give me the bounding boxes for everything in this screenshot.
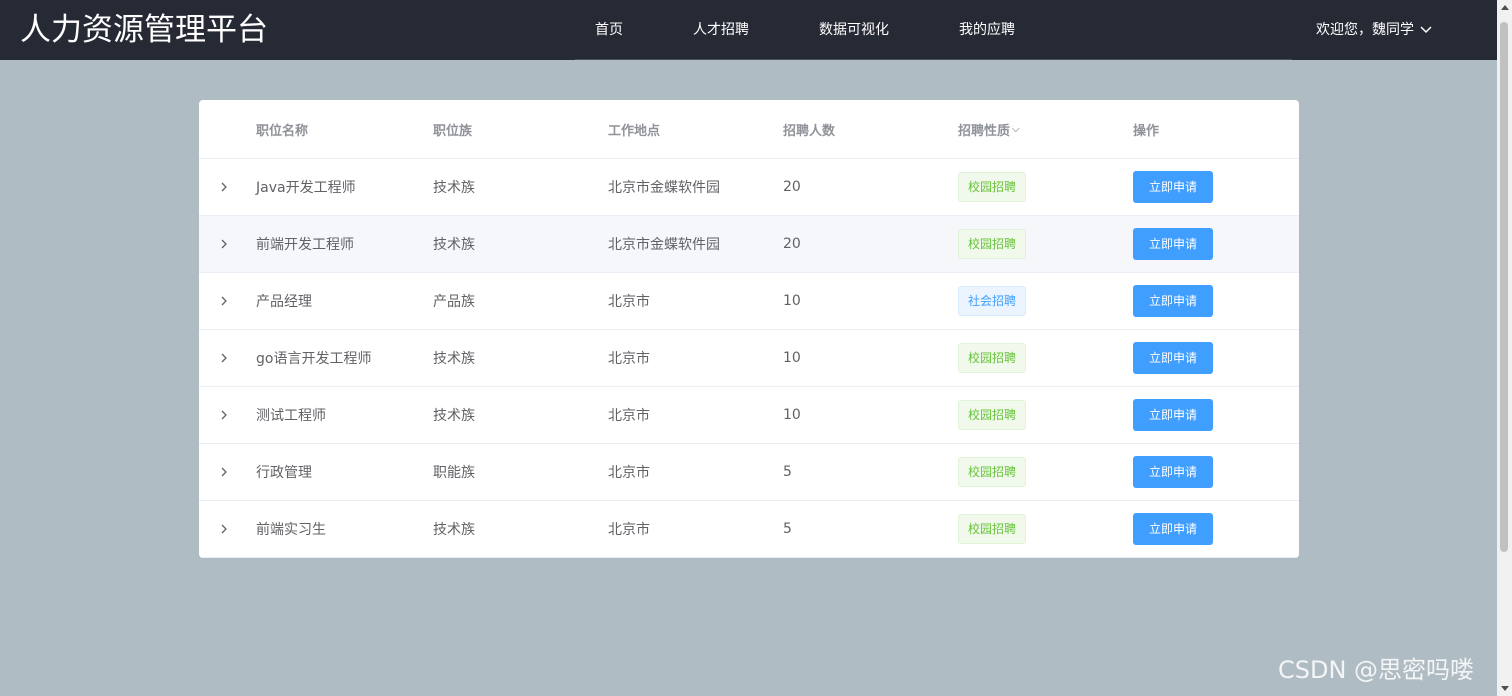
expand-row-icon[interactable]	[217, 216, 231, 272]
job-family: 技术族	[433, 351, 475, 367]
apply-button[interactable]: 立即申请	[1133, 342, 1213, 374]
job-location: 北京市	[608, 522, 650, 538]
recruit-type-tag: 校园招聘	[958, 172, 1027, 202]
table-row: Java开发工程师 技术族 北京市金蝶软件园 20 校园招聘 立即申请	[199, 159, 1299, 216]
expand-row-icon[interactable]	[217, 159, 231, 215]
user-greeting: 欢迎您，魏同学	[1316, 22, 1414, 38]
job-count: 10	[783, 407, 801, 423]
apply-button[interactable]: 立即申请	[1133, 399, 1213, 431]
expand-row-icon[interactable]	[217, 501, 231, 557]
job-family: 技术族	[433, 237, 475, 253]
col-header-name: 职位名称	[256, 123, 309, 139]
table-row: 产品经理 产品族 北京市 10 社会招聘 立即申请	[199, 273, 1299, 330]
job-name: 行政管理	[256, 465, 312, 481]
col-header-location: 工作地点	[608, 123, 661, 139]
job-location: 北京市	[608, 465, 650, 481]
job-name: 产品经理	[256, 294, 312, 310]
job-count: 20	[783, 179, 801, 195]
job-count: 10	[783, 350, 801, 366]
app-logo: 人力资源管理平台	[20, 12, 268, 48]
job-name: 测试工程师	[256, 408, 326, 424]
job-family: 产品族	[433, 294, 475, 310]
recruit-type-tag: 校园招聘	[958, 457, 1027, 487]
watermark: CSDN @思密吗喽	[1278, 656, 1475, 684]
table-row: 行政管理 职能族 北京市 5 校园招聘 立即申请	[199, 444, 1299, 501]
col-header-type[interactable]: 招聘性质 ⌵	[958, 100, 1020, 158]
nav-home[interactable]: 首页	[595, 20, 623, 40]
job-location: 北京市	[608, 294, 650, 310]
recruit-type-tag: 校园招聘	[958, 400, 1027, 430]
job-location: 北京市金蝶软件园	[608, 237, 720, 253]
apply-button[interactable]: 立即申请	[1133, 513, 1213, 545]
job-location: 北京市金蝶软件园	[608, 180, 720, 196]
job-count: 5	[783, 464, 792, 480]
job-count: 10	[783, 293, 801, 309]
page-scrollbar[interactable]	[1497, 0, 1512, 696]
expand-row-icon[interactable]	[217, 273, 231, 329]
scroll-up-icon[interactable]	[1501, 5, 1509, 10]
table-row: 前端开发工程师 技术族 北京市金蝶软件园 20 校园招聘 立即申请	[199, 216, 1299, 273]
expand-row-icon[interactable]	[217, 387, 231, 443]
job-family: 技术族	[433, 180, 475, 196]
job-count: 20	[783, 236, 801, 252]
nav-my-applications[interactable]: 我的应聘	[959, 20, 1015, 40]
recruit-type-tag: 校园招聘	[958, 343, 1027, 373]
job-family: 技术族	[433, 522, 475, 538]
nav-divider	[575, 59, 1292, 60]
recruit-type-tag: 社会招聘	[958, 286, 1027, 316]
recruit-type-tag: 校园招聘	[958, 229, 1027, 259]
expand-row-icon[interactable]	[217, 444, 231, 500]
expand-row-icon[interactable]	[217, 330, 231, 386]
top-navbar: 人力资源管理平台 首页 人才招聘 数据可视化 我的应聘 欢迎您，魏同学	[0, 0, 1497, 60]
job-name: Java开发工程师	[256, 180, 356, 196]
job-family: 技术族	[433, 408, 475, 424]
table-row: 测试工程师 技术族 北京市 10 校园招聘 立即申请	[199, 387, 1299, 444]
filter-caret-icon[interactable]: ⌵	[1012, 124, 1020, 135]
table-row: go语言开发工程师 技术族 北京市 10 校园招聘 立即申请	[199, 330, 1299, 387]
apply-button[interactable]: 立即申请	[1133, 228, 1213, 260]
recruit-type-tag: 校园招聘	[958, 514, 1027, 544]
job-location: 北京市	[608, 351, 650, 367]
job-name: 前端实习生	[256, 522, 326, 538]
col-header-type-label: 招聘性质	[958, 123, 1011, 139]
apply-button[interactable]: 立即申请	[1133, 171, 1213, 203]
chevron-down-icon	[1420, 26, 1432, 34]
job-name: go语言开发工程师	[256, 351, 372, 367]
table-header: 职位名称 职位族 工作地点 招聘人数 招聘性质 ⌵ 操作	[199, 100, 1299, 159]
nav-recruitment[interactable]: 人才招聘	[693, 20, 749, 40]
table-row: 前端实习生 技术族 北京市 5 校园招聘 立即申请	[199, 501, 1299, 558]
job-table: 职位名称 职位族 工作地点 招聘人数 招聘性质 ⌵ 操作 Java开发工程师 技术族…	[199, 100, 1299, 558]
col-header-action: 操作	[1133, 123, 1160, 139]
job-location: 北京市	[608, 408, 650, 424]
nav-data-visualization[interactable]: 数据可视化	[819, 20, 889, 40]
user-menu[interactable]: 欢迎您，魏同学	[1316, 20, 1432, 40]
job-count: 5	[783, 521, 792, 537]
job-name: 前端开发工程师	[256, 237, 354, 253]
col-header-count: 招聘人数	[783, 123, 836, 139]
apply-button[interactable]: 立即申请	[1133, 285, 1213, 317]
job-family: 职能族	[433, 465, 475, 481]
scroll-down-icon[interactable]	[1501, 686, 1509, 691]
scroll-thumb[interactable]	[1500, 22, 1508, 552]
apply-button[interactable]: 立即申请	[1133, 456, 1213, 488]
col-header-family: 职位族	[433, 123, 473, 139]
